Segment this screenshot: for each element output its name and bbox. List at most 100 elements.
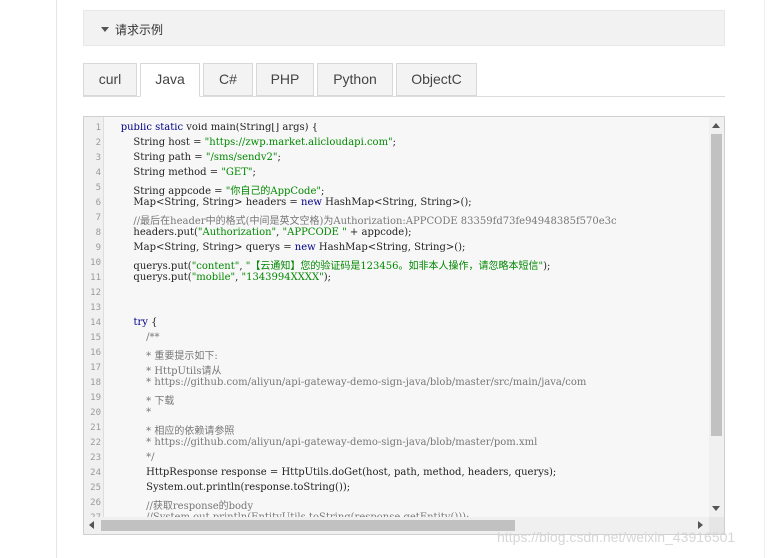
code-line: querys.put("content", "【云通知】您的验证码是123456…: [108, 257, 708, 272]
tab-php[interactable]: PHP: [256, 63, 314, 96]
code-area[interactable]: 1 public static void main(String[] args)…: [84, 123, 724, 518]
line-number: 17: [90, 363, 101, 373]
line-number: 11: [90, 273, 101, 283]
line-number: 6: [95, 198, 101, 208]
code-editor[interactable]: 1 public static void main(String[] args)…: [83, 116, 725, 535]
code-token: ;: [392, 137, 397, 148]
line-number: 5: [95, 183, 101, 193]
code-token: * 相应的依赖请参照: [108, 426, 235, 437]
code-line: * HttpUtils请从: [108, 362, 708, 377]
scroll-left-icon[interactable]: [89, 521, 94, 529]
code-line: public static void main(String[] args) {: [108, 123, 708, 133]
code-token: *: [108, 407, 152, 418]
code-line: String appcode = "你自己的AppCode";: [108, 182, 708, 197]
code-line: * 相应的依赖请参照: [108, 422, 708, 437]
code-token: String path =: [108, 152, 206, 163]
code-token: /**: [108, 332, 160, 343]
code-line: HttpResponse response = HttpUtils.doGet(…: [108, 467, 708, 478]
code-token: new: [294, 242, 319, 253]
line-number: 14: [90, 318, 101, 328]
tab-python[interactable]: Python: [317, 63, 393, 96]
code-token: "/sms/sendv2": [205, 152, 278, 163]
code-token: ;: [320, 186, 325, 197]
line-number: 8: [95, 228, 101, 238]
code-token: * HttpUtils请从: [108, 366, 222, 377]
code-token: "GET": [221, 167, 253, 178]
code-token: "APPCODE ": [282, 227, 347, 238]
tab-csharp[interactable]: C#: [203, 63, 253, 96]
code-token: new: [301, 197, 326, 208]
line-number: 9: [95, 243, 101, 253]
code-token: String method =: [108, 167, 222, 178]
language-tabs: curl Java C# PHP Python ObjectC: [83, 63, 725, 97]
code-line: querys.put("mobile", "1343994XXXX");: [108, 272, 708, 283]
code-token: public static: [120, 123, 187, 133]
vertical-scrollbar[interactable]: [709, 117, 724, 517]
page-right-border: [764, 0, 765, 558]
line-number: 18: [90, 378, 101, 388]
scroll-right-icon[interactable]: [698, 521, 703, 529]
request-example-header[interactable]: 请求示例: [83, 10, 725, 46]
code-token: try: [133, 317, 152, 328]
code-line: String method = "GET";: [108, 167, 708, 178]
code-token: "【云通知】您的验证码是123456。如非本人操作，请忽略本短信": [245, 261, 544, 272]
page-left-border: [56, 0, 57, 558]
code-line: * 下载: [108, 392, 708, 407]
scroll-up-icon[interactable]: [712, 123, 720, 128]
code-token: Map<String, String> querys =: [108, 242, 295, 253]
code-token: "Authorization": [197, 227, 277, 238]
code-line: try {: [108, 317, 708, 328]
watermark: https://blog.csdn.net/weixin_43916501: [497, 529, 736, 545]
line-number: 24: [90, 468, 101, 478]
line-number: 19: [90, 393, 101, 403]
line-number: 26: [90, 498, 101, 508]
code-token: //获取response的body: [108, 501, 254, 512]
code-token: querys.put(: [108, 261, 192, 272]
line-number: 15: [90, 333, 101, 343]
code-token: );: [543, 261, 551, 272]
code-line: System.out.println(response.toString());: [108, 482, 708, 493]
code-token: querys.put(: [108, 272, 192, 283]
code-line: * https://github.com/aliyun/api-gateway-…: [108, 377, 708, 388]
tab-objectc[interactable]: ObjectC: [396, 63, 477, 96]
code-token: HashMap<String, String>();: [325, 197, 472, 208]
code-token: "content": [191, 261, 240, 272]
caret-down-icon: [101, 27, 109, 32]
line-number: 1: [95, 123, 101, 133]
line-number: 21: [90, 423, 101, 433]
line-number: 23: [90, 453, 101, 463]
line-number: 3: [95, 153, 101, 163]
tab-java[interactable]: Java: [140, 63, 200, 97]
scroll-down-icon[interactable]: [712, 506, 720, 511]
line-number: 22: [90, 438, 101, 448]
code-token: "https://zwp.market.alicloudapi.com": [204, 137, 393, 148]
vertical-scroll-thumb[interactable]: [711, 134, 722, 436]
code-token: * https://github.com/aliyun/api-gateway-…: [108, 437, 538, 448]
code-line: Map<String, String> headers = new HashMa…: [108, 197, 708, 208]
horizontal-scroll-thumb[interactable]: [101, 520, 515, 531]
line-number: 2: [95, 138, 101, 148]
code-token: * https://github.com/aliyun/api-gateway-…: [108, 377, 587, 388]
code-token: Map<String, String> headers =: [108, 197, 301, 208]
code-line: * https://github.com/aliyun/api-gateway-…: [108, 437, 708, 448]
line-number: 12: [90, 288, 101, 298]
code-line: String host = "https://zwp.market.aliclo…: [108, 137, 708, 148]
tab-curl[interactable]: curl: [83, 63, 137, 96]
code-line: headers.put("Authorization", "APPCODE " …: [108, 227, 708, 238]
code-token: ;: [277, 152, 281, 163]
line-number: 16: [90, 348, 101, 358]
code-token: System.out.println(response.toString());: [108, 482, 351, 493]
code-line: *: [108, 407, 708, 418]
code-token: HttpResponse response = HttpUtils.doGet(…: [108, 467, 557, 478]
line-number: 13: [90, 303, 101, 313]
code-line: * 重要提示如下:: [108, 347, 708, 362]
code-line: //获取response的body: [108, 497, 708, 512]
code-token: "mobile": [191, 272, 236, 283]
code-line: /**: [108, 332, 708, 343]
line-number: 4: [95, 168, 101, 178]
code-line: String path = "/sms/sendv2";: [108, 152, 708, 163]
code-token: ;: [252, 167, 256, 178]
line-number: 10: [90, 258, 101, 268]
